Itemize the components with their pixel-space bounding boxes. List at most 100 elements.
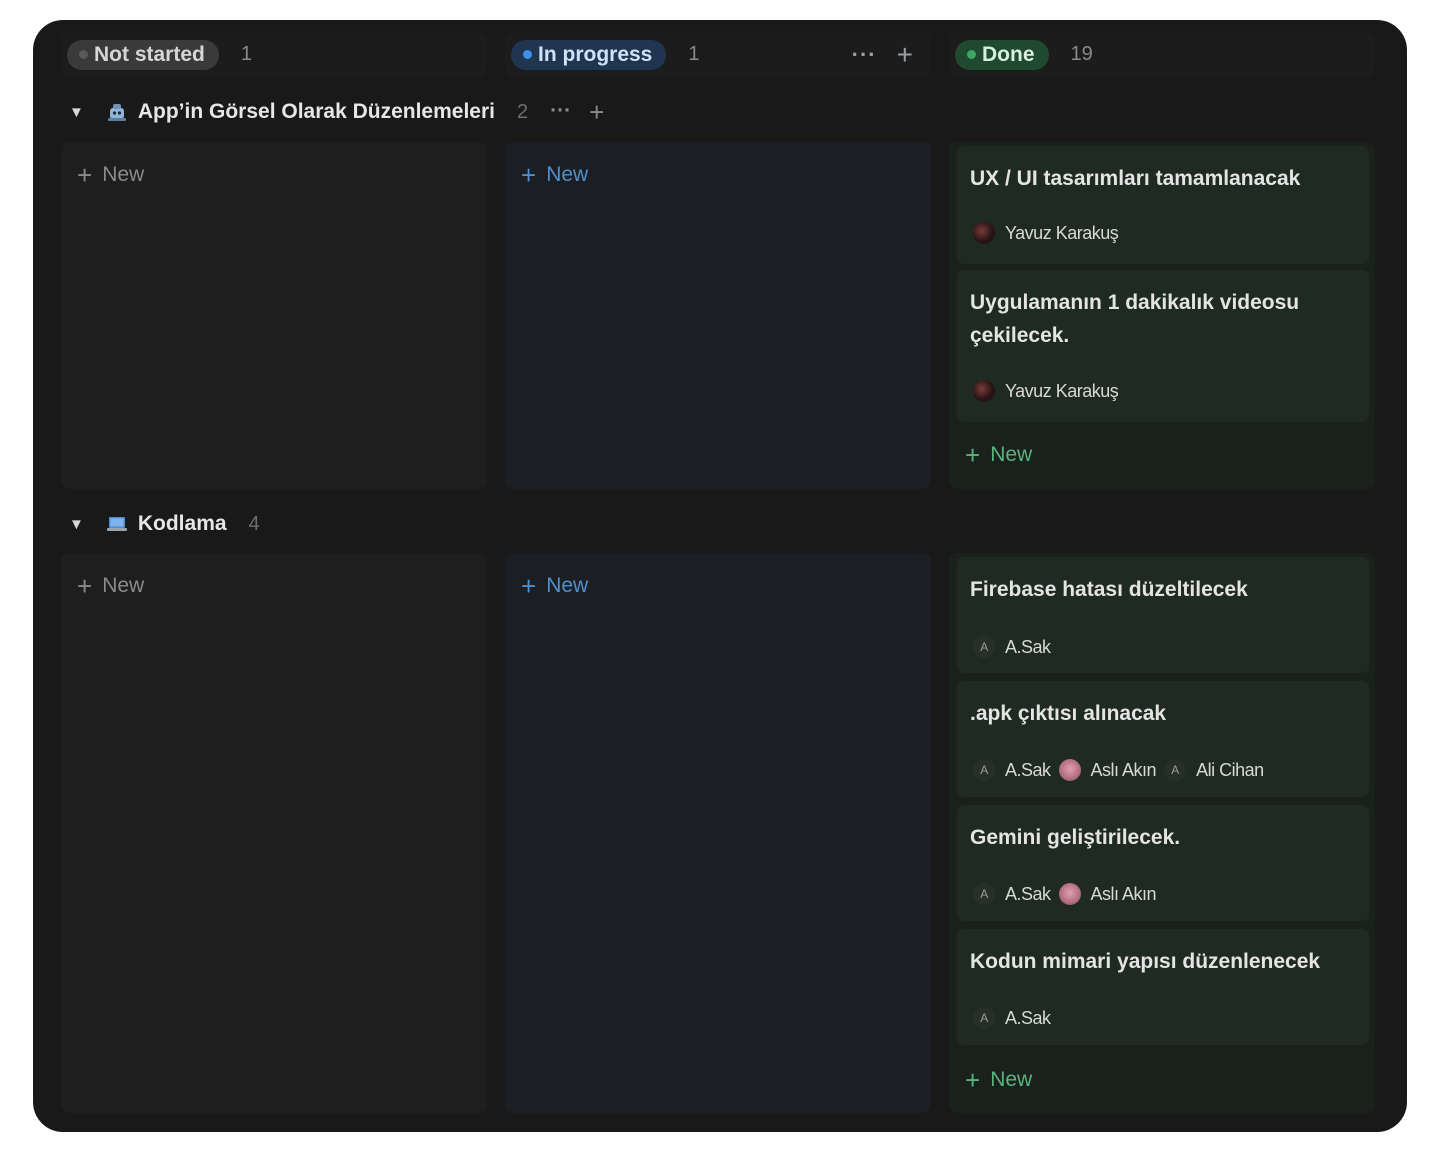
status-label: Not started <box>94 42 205 66</box>
more-options-icon[interactable]: ··· <box>550 99 571 125</box>
task-card[interactable]: UX / UI tasarımları tamamlanacak Yavuz K… <box>957 146 1369 264</box>
avatar: A <box>973 883 995 905</box>
card-title: Gemini geliştirilecek. <box>970 826 1181 849</box>
assignee[interactable]: A A.Sak <box>973 883 1051 905</box>
assignee-name: Aslı Akın <box>1090 759 1157 780</box>
task-card[interactable]: Uygulamanın 1 dakikalık videosu çekilece… <box>957 270 1369 422</box>
column-header-not-started: Not started 1 <box>61 32 487 77</box>
assignee[interactable]: Aslı Akın <box>1058 759 1157 781</box>
avatar: A <box>1164 759 1187 781</box>
column-header-done: Done 19 <box>949 32 1375 77</box>
assignees: A A.Sak Aslı Akın <box>973 883 1164 905</box>
card-title: .apk çıktısı alınacak <box>970 702 1167 725</box>
cell-not-started: + New <box>61 142 487 489</box>
new-item-button[interactable]: + New <box>965 1067 1032 1093</box>
assignee[interactable]: Aslı Akın <box>1058 883 1157 905</box>
plus-icon: + <box>77 571 93 601</box>
new-item-button[interactable]: + New <box>77 573 144 599</box>
assignee-name: A.Sak <box>1005 883 1051 904</box>
plus-icon: + <box>965 1065 981 1095</box>
status-pill-in-progress[interactable]: In progress <box>511 39 667 70</box>
status-label: In progress <box>538 42 653 66</box>
assignees: A A.Sak <box>973 1007 1059 1029</box>
column-count: 1 <box>688 43 700 65</box>
assignee[interactable]: A A.Sak <box>973 759 1051 781</box>
assignees: A A.Sak <box>973 636 1059 658</box>
group-count: 4 <box>248 512 260 535</box>
cell-in-progress: + New <box>505 553 931 1113</box>
assignee-name: Yavuz Karakuş <box>1005 222 1119 243</box>
task-card[interactable]: Firebase hatası düzeltilecek A A.Sak <box>957 557 1369 673</box>
status-dot-icon <box>523 50 532 59</box>
task-card[interactable]: .apk çıktısı alınacak A A.Sak Aslı Akın … <box>957 681 1369 797</box>
laptop-icon <box>106 513 128 535</box>
group-title: Kodlama <box>137 512 227 535</box>
assignees: Yavuz Karakuş <box>973 380 1126 402</box>
assignee[interactable]: Yavuz Karakuş <box>973 222 1119 244</box>
column-count: 19 <box>1070 43 1093 65</box>
assignee[interactable]: A A.Sak <box>973 636 1051 658</box>
assignee-name: A.Sak <box>1005 1007 1051 1028</box>
status-dot-icon <box>79 50 88 59</box>
cell-not-started: + New <box>61 553 487 1113</box>
card-title: Kodun mimari yapısı düzenlenecek <box>970 950 1321 973</box>
status-pill-not-started[interactable]: Not started <box>67 39 219 70</box>
new-label: New <box>102 574 145 597</box>
plus-icon: + <box>965 440 981 470</box>
plus-icon: + <box>521 160 537 190</box>
card-title: Firebase hatası düzeltilecek <box>970 578 1248 601</box>
card-title: UX / UI tasarımları tamamlanacak <box>970 167 1301 190</box>
assignees: Yavuz Karakuş <box>973 222 1126 244</box>
group-actions: ··· + <box>550 99 604 125</box>
board-view: Not started 1 In progress 1 ··· + Done 1… <box>33 20 1407 1132</box>
cell-done: UX / UI tasarımları tamamlanacak Yavuz K… <box>949 142 1375 489</box>
avatar: A <box>973 1007 995 1029</box>
status-pill-done[interactable]: Done <box>955 39 1049 70</box>
task-card[interactable]: Kodun mimari yapısı düzenlenecek A A.Sak <box>957 929 1369 1045</box>
new-item-button[interactable]: + New <box>965 442 1032 468</box>
add-icon[interactable]: + <box>589 99 604 125</box>
plus-icon: + <box>77 160 93 190</box>
cell-in-progress: + New <box>505 142 931 489</box>
assignee-name: A.Sak <box>1005 759 1051 780</box>
plus-icon: + <box>521 571 537 601</box>
new-label: New <box>546 574 589 597</box>
assignee[interactable]: A Ali Cihan <box>1164 759 1264 781</box>
column-count: 1 <box>240 43 252 65</box>
assignee-name: A.Sak <box>1005 636 1051 657</box>
assignees: A A.Sak Aslı Akın A Ali Cihan <box>973 759 1272 781</box>
avatar: A <box>973 759 995 781</box>
avatar <box>973 380 995 402</box>
collapse-caret-icon[interactable]: ▼ <box>69 516 84 533</box>
group-title: App’in Görsel Olarak Düzenlemeleri <box>137 100 495 123</box>
group-header[interactable]: ▼ App’in Görsel Olarak Düzenlemeleri 2 ·… <box>69 95 604 129</box>
assignee-name: Yavuz Karakuş <box>1005 380 1119 401</box>
new-label: New <box>102 163 145 186</box>
assignee-name: Aslı Akın <box>1090 883 1157 904</box>
more-options-icon[interactable]: ··· <box>852 42 877 68</box>
assignee-name: Ali Cihan <box>1196 759 1264 780</box>
column-header-in-progress: In progress 1 ··· + <box>505 32 931 77</box>
add-icon[interactable]: + <box>897 39 913 71</box>
cell-done: Firebase hatası düzeltilecek A A.Sak .ap… <box>949 553 1375 1113</box>
status-dot-icon <box>967 50 976 59</box>
task-card[interactable]: Gemini geliştirilecek. A A.Sak Aslı Akın <box>957 805 1369 921</box>
avatar: A <box>973 636 995 658</box>
avatar <box>1058 759 1081 781</box>
avatar <box>973 222 995 244</box>
group-count: 2 <box>516 100 529 123</box>
new-label: New <box>546 163 589 186</box>
new-label: New <box>990 1068 1033 1091</box>
new-item-button[interactable]: + New <box>521 573 588 599</box>
avatar <box>1058 883 1081 905</box>
collapse-caret-icon[interactable]: ▼ <box>69 104 84 121</box>
new-label: New <box>990 443 1033 466</box>
card-title: Uygulamanın 1 dakikalık videosu çekilece… <box>970 291 1300 347</box>
assignee[interactable]: Yavuz Karakuş <box>973 380 1119 402</box>
new-item-button[interactable]: + New <box>521 162 588 188</box>
column-actions: ··· + <box>852 32 913 77</box>
new-item-button[interactable]: + New <box>77 162 144 188</box>
group-header[interactable]: ▼ Kodlama 4 <box>69 507 260 541</box>
assignee[interactable]: A A.Sak <box>973 1007 1051 1029</box>
status-label: Done <box>982 42 1035 66</box>
